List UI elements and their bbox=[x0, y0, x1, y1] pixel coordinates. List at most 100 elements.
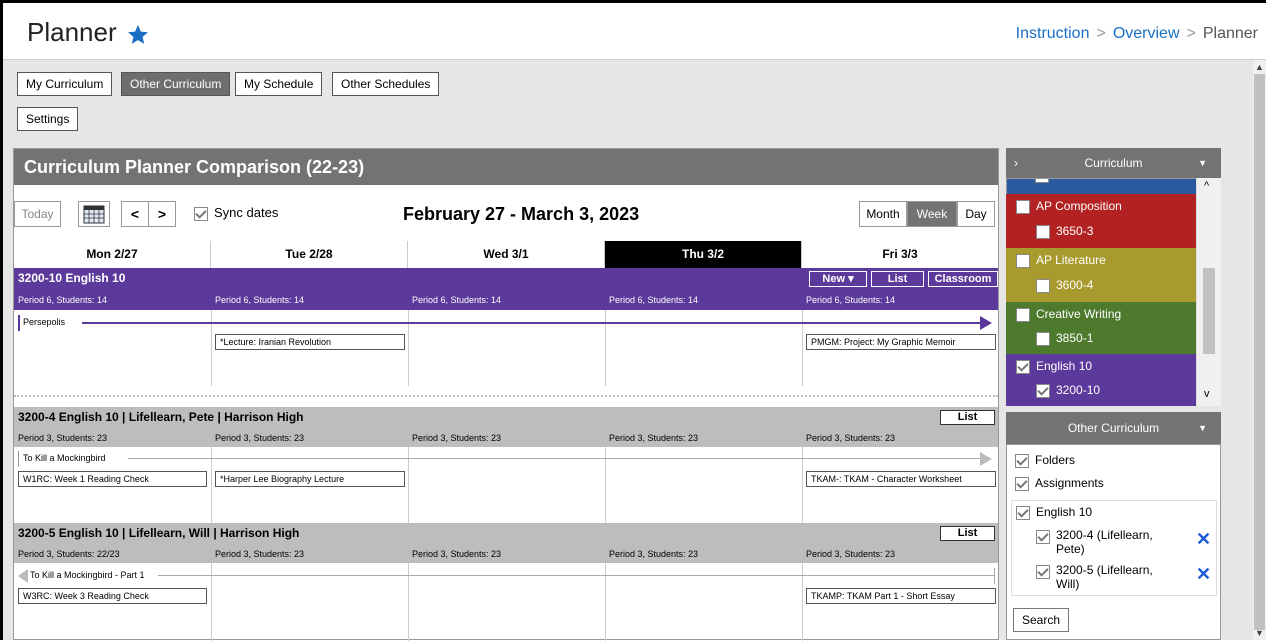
entry-option[interactable]: 3200-4 (Lifellearn, Pete) bbox=[1036, 528, 1166, 556]
period-cell: Period 3, Students: 23 bbox=[215, 433, 305, 443]
chevron-right-icon: > bbox=[1186, 25, 1196, 42]
list-item bbox=[1007, 179, 1197, 195]
period-cell: Period 6, Students: 14 bbox=[609, 295, 699, 305]
curriculum-item-english-10[interactable]: English 10 3200-10 bbox=[1006, 354, 1196, 406]
checkbox-checked[interactable] bbox=[1015, 453, 1029, 468]
tab-other-schedules[interactable]: Other Schedules bbox=[332, 72, 440, 96]
checkbox[interactable] bbox=[1035, 179, 1049, 183]
tab-other-curriculum[interactable]: Other Curriculum bbox=[121, 72, 231, 96]
checkbox[interactable] bbox=[1036, 224, 1050, 239]
checkbox-icon[interactable] bbox=[194, 206, 208, 221]
curriculum-panel-header[interactable]: › Curriculum ▼ bbox=[1006, 148, 1221, 178]
remove-icon[interactable]: ✕ bbox=[1196, 564, 1211, 585]
checkbox[interactable] bbox=[1016, 199, 1030, 214]
checkbox-checked[interactable] bbox=[1036, 383, 1050, 398]
unit-label: To Kill a Mockingbird bbox=[18, 451, 106, 467]
lesson-item[interactable]: TKAMP: TKAM Part 1 - Short Essay bbox=[806, 588, 996, 604]
checkbox-checked[interactable] bbox=[1016, 505, 1030, 520]
period-cell: Period 3, Students: 23 bbox=[609, 549, 699, 559]
sync-dates-label: Sync dates bbox=[214, 205, 279, 220]
group-label: English 10 bbox=[1036, 505, 1093, 519]
lesson-item[interactable]: *Harper Lee Biography Lecture bbox=[215, 471, 405, 487]
entry-label: 3200-4 (Lifellearn, Pete) bbox=[1056, 528, 1153, 556]
scroll-up-icon[interactable]: ▲ bbox=[1255, 62, 1264, 72]
period-cell: Period 3, Students: 23 bbox=[609, 433, 699, 443]
toolbar: My Curriculum Other Curriculum My Schedu… bbox=[3, 60, 1266, 140]
period-cell: Period 6, Students: 14 bbox=[215, 295, 305, 305]
checkbox[interactable] bbox=[1016, 253, 1030, 268]
list-button[interactable]: List bbox=[940, 410, 995, 425]
breadcrumb-planner: Planner bbox=[1202, 25, 1258, 42]
today-button[interactable]: Today bbox=[14, 201, 61, 227]
period-cell: Period 3, Students: 23 bbox=[215, 549, 305, 559]
view-week-button[interactable]: Week bbox=[907, 201, 957, 227]
group-box: English 10 3200-4 (Lifellearn, Pete) ✕ 3… bbox=[1011, 500, 1217, 596]
period-row: Period 3, Students: 23 Period 3, Student… bbox=[14, 429, 998, 447]
checkbox-checked[interactable] bbox=[1036, 565, 1050, 579]
folders-option[interactable]: Folders bbox=[1015, 453, 1075, 468]
other-curriculum-header[interactable]: Other Curriculum ▼ bbox=[1006, 412, 1221, 444]
next-week-button[interactable]: > bbox=[148, 201, 176, 227]
breadcrumb-instruction[interactable]: Instruction bbox=[1016, 25, 1090, 42]
chevron-down-icon[interactable]: v bbox=[1204, 388, 1210, 400]
curriculum-scrollbar[interactable]: ^ v bbox=[1196, 178, 1221, 406]
caret-down-icon[interactable]: ▼ bbox=[1198, 148, 1207, 178]
arrow-right-icon bbox=[980, 452, 992, 466]
curriculum-item-ap-literature[interactable]: AP Literature 3600-4 bbox=[1006, 248, 1196, 302]
lesson-item[interactable]: PMGM: Project: My Graphic Memoir bbox=[806, 334, 996, 350]
curriculum-item-ap-composition[interactable]: AP Composition 3650-3 bbox=[1006, 194, 1196, 248]
unit-bar[interactable]: To Kill a Mockingbird bbox=[18, 451, 992, 467]
tab-my-curriculum[interactable]: My Curriculum bbox=[17, 72, 113, 96]
tab-my-schedule[interactable]: My Schedule bbox=[235, 72, 323, 96]
view-day-button[interactable]: Day bbox=[957, 201, 995, 227]
prev-week-button[interactable]: < bbox=[121, 201, 149, 227]
curriculum-item-label: Creative Writing bbox=[1036, 307, 1122, 321]
period-cell: Period 3, Students: 23 bbox=[806, 549, 896, 559]
search-button[interactable]: Search bbox=[1013, 608, 1070, 632]
curriculum-item-label: AP Composition bbox=[1036, 199, 1122, 213]
chevron-up-icon[interactable]: ^ bbox=[1204, 180, 1209, 192]
caret-down-icon[interactable]: ▼ bbox=[1198, 412, 1207, 444]
day-header: Mon 2/27 bbox=[14, 241, 211, 268]
curriculum-subitem-label: 3200-10 bbox=[1056, 383, 1101, 397]
lesson-item[interactable]: W3RC: Week 3 Reading Check bbox=[18, 588, 207, 604]
expand-icon[interactable]: › bbox=[1014, 148, 1018, 178]
settings-button[interactable]: Settings bbox=[17, 107, 79, 131]
checkbox[interactable] bbox=[1016, 307, 1030, 322]
group-option[interactable]: English 10 bbox=[1016, 505, 1092, 520]
classroom-button[interactable]: Classroom bbox=[928, 271, 998, 287]
calendar-icon[interactable] bbox=[78, 201, 110, 227]
lesson-item[interactable]: W1RC: Week 1 Reading Check bbox=[18, 471, 207, 487]
list-button[interactable]: List bbox=[871, 271, 924, 287]
section-title: 3200-4 English 10 | Lifellearn, Pete | H… bbox=[18, 410, 304, 424]
scroll-down-icon[interactable]: ▼ bbox=[1255, 628, 1264, 638]
curriculum-item-creative-writing[interactable]: Creative Writing 3850-1 bbox=[1006, 302, 1196, 354]
sync-dates-checkbox[interactable]: Sync dates bbox=[194, 205, 278, 221]
unit-bar[interactable]: To Kill a Mockingbird - Part 1 bbox=[18, 568, 996, 584]
remove-icon[interactable]: ✕ bbox=[1196, 529, 1211, 550]
checkbox-checked[interactable] bbox=[1016, 359, 1030, 374]
period-cell: Period 3, Students: 23 bbox=[412, 549, 502, 559]
star-icon[interactable] bbox=[126, 23, 150, 47]
assignments-option[interactable]: Assignments bbox=[1015, 476, 1104, 491]
breadcrumb-overview[interactable]: Overview bbox=[1113, 25, 1180, 42]
new-button[interactable]: New ▾ bbox=[809, 271, 867, 287]
curriculum-panel-title: Curriculum bbox=[1084, 156, 1143, 170]
checkbox-checked[interactable] bbox=[1036, 530, 1050, 544]
curriculum-subitem-label: 3850-1 bbox=[1056, 331, 1094, 345]
checkbox[interactable] bbox=[1036, 278, 1050, 293]
view-month-button[interactable]: Month bbox=[859, 201, 907, 227]
right-panel: › Curriculum ▼ AP Composition 3650-3 AP … bbox=[1006, 148, 1221, 640]
curriculum-subitem-label: 3650-3 bbox=[1056, 224, 1094, 238]
checkbox[interactable] bbox=[1036, 331, 1050, 346]
lesson-item[interactable]: TKAM-: TKAM - Character Worksheet bbox=[806, 471, 996, 487]
lesson-item[interactable]: *Lecture: Iranian Revolution bbox=[215, 334, 405, 350]
chevron-right-icon: > bbox=[1096, 25, 1106, 42]
list-button[interactable]: List bbox=[940, 526, 995, 541]
checkbox-checked[interactable] bbox=[1015, 476, 1029, 491]
arrow-left-icon bbox=[18, 569, 28, 583]
unit-bar[interactable]: Persepolis bbox=[18, 315, 992, 331]
page-header: Planner Instruction > Overview > Planner bbox=[3, 3, 1266, 60]
entry-option[interactable]: 3200-5 (Lifellearn, Will) bbox=[1036, 563, 1166, 591]
page-scrollbar[interactable]: ▲ ▼ bbox=[1253, 60, 1266, 640]
